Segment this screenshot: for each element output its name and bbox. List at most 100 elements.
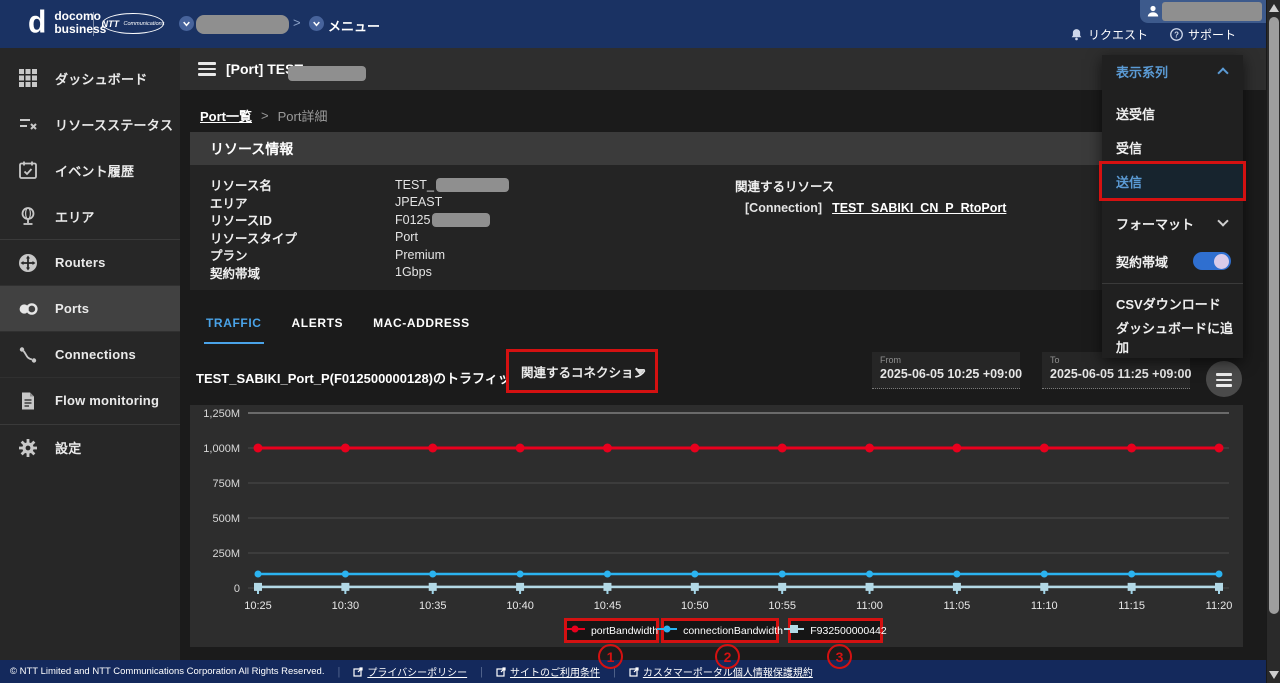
redacted-resource-name	[436, 178, 509, 192]
from-datetime-field[interactable]: From 2025-06-05 10:25 +09:00	[872, 352, 1020, 389]
series-option-label: 送受信	[1116, 104, 1155, 123]
add-to-dashboard-button[interactable]: ダッシュボードに追加	[1102, 321, 1243, 353]
sidebar-item-dashboard[interactable]: ダッシュボード	[0, 55, 180, 101]
series-option-send[interactable]: 送信	[1102, 163, 1243, 199]
redacted-account-name	[196, 15, 289, 34]
menu-divider	[1102, 283, 1243, 284]
field-value: TEST_	[395, 178, 434, 192]
csv-download-label: CSVダウンロード	[1116, 294, 1221, 313]
hamburger-menu-icon[interactable]	[198, 62, 216, 76]
format-label: フォーマット	[1116, 214, 1194, 233]
header-divider	[93, 12, 94, 36]
chevron-down-circle-icon[interactable]	[309, 16, 324, 31]
scrollbar-down-arrow[interactable]	[1269, 671, 1279, 679]
resource-info-header: リソース情報	[190, 132, 1243, 165]
support-button[interactable]: ? サポート	[1170, 26, 1236, 43]
tab-alerts[interactable]: ALERTS	[290, 312, 346, 344]
traffic-chart: 0250M500M750M1,000M1,250M10:2510:3010:35…	[190, 405, 1243, 647]
document-icon	[18, 391, 38, 411]
footer-separator: |	[337, 666, 340, 678]
tab-mac-address[interactable]: MAC-ADDRESS	[371, 312, 472, 344]
related-resources-title: 関連するリソース	[735, 176, 1006, 195]
field-value: Premium	[395, 248, 445, 262]
sidebar-item-resource-status[interactable]: リソースステータス	[0, 101, 180, 147]
format-menu-row[interactable]: フォーマット	[1102, 207, 1243, 239]
legend-label: portBandwidth	[591, 625, 658, 637]
field-label: エリア	[210, 193, 395, 212]
to-label: To	[1050, 355, 1060, 365]
resource-fields: リソース名 TEST_ エリア JPEAST リソースID F0125 リソース…	[210, 176, 509, 281]
legend-item-F932500000442[interactable]: F932500000442	[788, 618, 883, 643]
related-connection-select[interactable]: 関連するコネクション	[509, 352, 655, 390]
svg-text:1,000M: 1,000M	[203, 443, 240, 455]
calendar-check-icon	[18, 160, 38, 180]
sidebar-item-label: エリア	[55, 207, 95, 226]
menu-button[interactable]: メニュー	[328, 16, 380, 35]
user-chip[interactable]	[1140, 0, 1266, 23]
header-separator: >	[293, 15, 301, 30]
sidebar: ダッシュボード リソースステータス イベント履歴 エリア	[0, 48, 180, 660]
copyright-text: © NTT Limited and NTT Communications Cor…	[10, 666, 324, 677]
field-label: リソースID	[210, 210, 395, 229]
series-menu-title-row[interactable]: 表示系列	[1102, 55, 1243, 87]
tab-traffic[interactable]: TRAFFIC	[204, 312, 264, 344]
svg-text:10:55: 10:55	[768, 600, 796, 612]
scrollbar-up-arrow[interactable]	[1269, 4, 1279, 12]
page-scrollbar[interactable]	[1266, 0, 1280, 683]
legend-item-portBandwidth[interactable]: portBandwidth	[564, 618, 659, 643]
scrollbar-thumb[interactable]	[1269, 17, 1279, 614]
related-connection-link[interactable]: TEST_SABIKI_CN_P_RtoPort	[832, 201, 1006, 215]
redacted-resource-id	[432, 213, 490, 227]
legend-item-connectionBandwidth[interactable]: connectionBandwidth	[661, 618, 779, 643]
external-link-icon	[629, 667, 639, 677]
footer-link-label: プライバシーポリシー	[367, 664, 467, 679]
chevron-down-circle-icon[interactable]	[179, 16, 194, 31]
svg-text:1,250M: 1,250M	[203, 408, 240, 420]
resource-info-title: リソース情報	[210, 139, 293, 159]
sidebar-item-settings[interactable]: 設定	[0, 424, 180, 470]
terms-of-use-link[interactable]: サイトのご利用条件	[496, 664, 600, 679]
field-label: プラン	[210, 245, 395, 264]
csv-download-button[interactable]: CSVダウンロード	[1102, 287, 1243, 319]
caret-down-icon	[635, 369, 645, 375]
privacy-policy-link[interactable]: プライバシーポリシー	[353, 664, 467, 679]
legend-marker-line-dot	[657, 624, 677, 637]
sidebar-item-area[interactable]: エリア	[0, 193, 180, 239]
contract-bandwidth-toggle[interactable]	[1193, 252, 1231, 270]
field-value: F0125	[395, 213, 430, 227]
brand-line2: business	[54, 23, 106, 36]
add-to-dashboard-label: ダッシュボードに追加	[1116, 318, 1243, 356]
breadcrumb-port-list-link[interactable]: Port一覧	[200, 106, 252, 125]
series-option-receive[interactable]: 受信	[1102, 131, 1243, 163]
series-option-label: 送信	[1116, 172, 1142, 191]
traffic-chart-svg: 0250M500M750M1,000M1,250M10:2510:3010:35…	[190, 405, 1243, 647]
footer-separator: |	[480, 666, 483, 678]
sidebar-item-routers[interactable]: Routers	[0, 239, 180, 285]
chart-menu-button[interactable]	[1206, 361, 1242, 397]
footer: © NTT Limited and NTT Communications Cor…	[0, 660, 1280, 683]
chevron-up-icon	[1217, 67, 1228, 78]
sidebar-item-event-history[interactable]: イベント履歴	[0, 147, 180, 193]
bell-icon	[1070, 28, 1083, 41]
svg-text:500M: 500M	[212, 513, 240, 525]
resource-status-icon	[18, 114, 38, 134]
related-resource-type: [Connection]	[745, 201, 822, 215]
legend-label: F932500000442	[810, 625, 887, 637]
request-button[interactable]: リクエスト	[1070, 26, 1148, 43]
svg-text:10:40: 10:40	[506, 600, 534, 612]
related-resources: 関連するリソース [Connection] TEST_SABIKI_CN_P_R…	[735, 176, 1006, 215]
toggle-knob	[1214, 254, 1229, 269]
annotation-number-2: 2	[715, 644, 740, 669]
sidebar-item-ports[interactable]: Ports	[0, 285, 180, 331]
question-circle-icon: ?	[1170, 28, 1183, 41]
sidebar-item-label: リソースステータス	[55, 115, 173, 134]
series-option-both[interactable]: 送受信	[1102, 97, 1243, 129]
gear-icon	[18, 438, 38, 458]
svg-text:250M: 250M	[212, 548, 240, 560]
top-header: d docomo business NTT Communications > メ…	[0, 0, 1280, 48]
sidebar-item-connections[interactable]: Connections	[0, 331, 180, 377]
sidebar-item-flow-monitoring[interactable]: Flow monitoring	[0, 377, 180, 423]
breadcrumb-separator: >	[261, 108, 269, 123]
field-value: JPEAST	[395, 195, 442, 209]
svg-text:10:50: 10:50	[681, 600, 709, 612]
